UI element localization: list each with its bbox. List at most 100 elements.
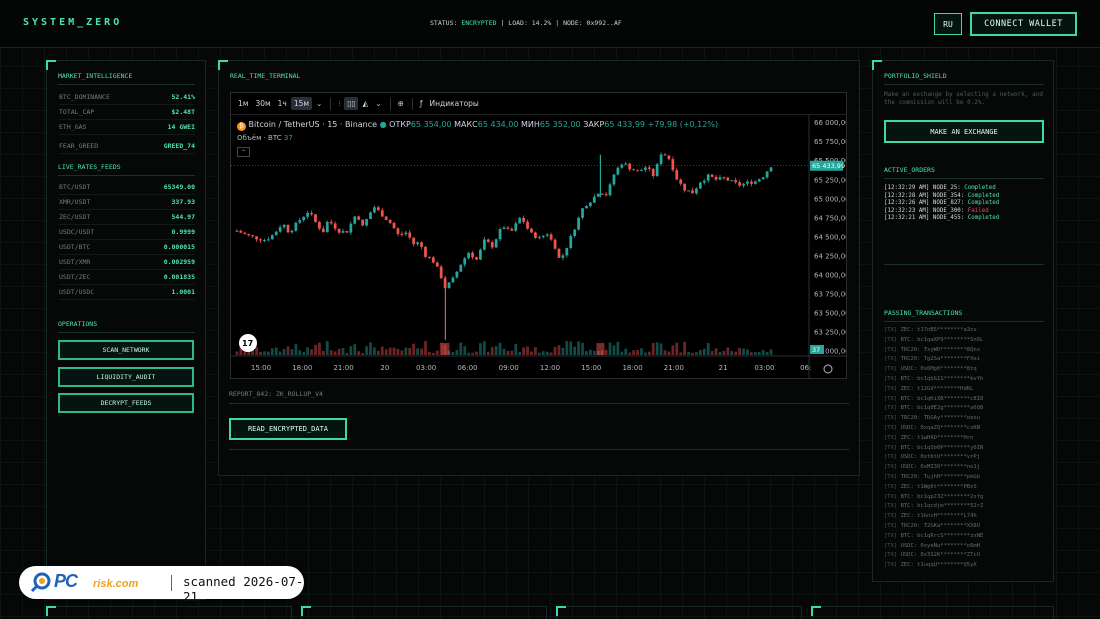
volume-bar — [318, 342, 321, 355]
candle-body — [365, 219, 368, 226]
volume-bar — [463, 346, 467, 355]
candle-body — [730, 180, 734, 182]
scan-network-button[interactable]: SCAN_NETWORK — [58, 340, 194, 360]
volume-bar — [738, 348, 741, 355]
volume-bar — [565, 341, 569, 355]
candle-body — [274, 231, 278, 236]
volume-bar — [298, 350, 302, 355]
volume-bar — [435, 350, 439, 355]
volume-bar — [534, 347, 537, 355]
interval-1h[interactable]: 1ч — [275, 97, 290, 110]
candle-body — [486, 239, 490, 243]
volume-bar — [545, 351, 549, 355]
candle-body — [329, 221, 333, 224]
candle-body — [424, 246, 427, 257]
volume-bar — [691, 352, 694, 355]
volume-bar — [408, 348, 412, 355]
volume-bar — [616, 341, 620, 355]
candle-body — [353, 216, 357, 224]
transaction-text: USDC: 0xqaZQ********cxKN — [900, 425, 981, 431]
interval-1m[interactable]: 1м — [235, 97, 251, 110]
compare-plus-icon[interactable]: ⊕ — [395, 97, 407, 110]
status-line: STATUS: ENCRYPTED | LOAD: 14.2% | NODE: … — [430, 19, 622, 27]
candle-body — [290, 230, 294, 233]
volume-bar — [412, 343, 416, 355]
volume-bar — [321, 350, 325, 355]
chart-settings-icon — [823, 364, 833, 374]
rate-value: 0.002959 — [163, 258, 195, 266]
candle-body — [628, 163, 632, 170]
time-tick-label: 06: — [800, 364, 811, 372]
price-tick-label: 64 250,00 — [814, 252, 846, 260]
chevron-down-icon[interactable]: ⌄ — [372, 97, 384, 110]
chevron-down-icon[interactable]: ⌄ — [313, 97, 325, 110]
candle-body — [702, 180, 706, 183]
liquidity-audit-button[interactable]: LIQUIDITY_AUDIT — [58, 367, 194, 387]
volume-bar — [486, 351, 490, 355]
volume-bar — [714, 348, 718, 355]
volume-bar — [392, 347, 396, 355]
volume-bar — [522, 347, 526, 355]
language-button[interactable]: RU — [934, 13, 962, 35]
trading-chart[interactable]: 1м 30м 1ч 15м ⌄ ⫶ ▯▯ ◭ ⌄ ⊕ ƒ Индикаторы … — [230, 92, 847, 379]
transaction-text: TRC20: Tg2Sa********FXei — [900, 356, 981, 363]
volume-bar — [624, 348, 628, 355]
read-encrypted-data-button[interactable]: READ_ENCRYPTED_DATA — [229, 418, 347, 440]
indicators-icon[interactable]: ƒ — [417, 97, 426, 110]
candles-icon[interactable]: ▯▯ — [344, 97, 359, 110]
candle-body — [667, 155, 671, 160]
rate-row: USDT/BTC 0.000015 — [59, 240, 195, 255]
volume-bar — [765, 351, 769, 355]
volume-bar — [640, 348, 643, 355]
connect-wallet-button[interactable]: CONNECT WALLET — [970, 12, 1077, 36]
order-time: [12:32:26 AM] — [884, 200, 930, 207]
transaction-text: BTC: bc1qKiXB********c8I8 — [900, 395, 984, 402]
candle-body — [561, 255, 565, 258]
volume-bar — [742, 348, 745, 355]
volume-bar — [541, 351, 545, 355]
transaction-item: [TX] USDC: 0xtKtU********vrPj — [884, 454, 981, 461]
volume-bar — [553, 346, 557, 355]
volume-bar — [702, 348, 706, 355]
order-status: Completed — [967, 192, 1000, 199]
decrypt-feeds-button[interactable]: DECRYPT_FEEDS — [58, 393, 194, 413]
time-tick-label: 09:00 — [499, 364, 519, 372]
candle-body — [498, 229, 502, 240]
interval-15m[interactable]: 15м — [290, 97, 313, 110]
rate-row: XMR/USDT 337.93 — [59, 195, 195, 210]
volume-bar — [306, 347, 310, 355]
candle-body — [467, 252, 471, 259]
rate-pair: USDT/XMR — [59, 258, 91, 266]
candle-body — [569, 236, 573, 248]
volume-bar — [577, 341, 580, 355]
rate-pair: USDC/USDT — [59, 228, 95, 236]
transaction-text: ZEC: t1wHAD********Hrn — [900, 434, 974, 441]
volume-bar — [482, 341, 486, 355]
candle-body — [589, 202, 592, 206]
candle-body — [714, 176, 718, 180]
volume-bar — [424, 341, 427, 355]
indicators-button[interactable]: Индикаторы — [427, 97, 482, 110]
volume-bar — [695, 352, 698, 355]
bar-replay-icon[interactable]: ⫶ — [335, 97, 343, 111]
active-orders-title: ACTIVE_ORDERS — [884, 166, 935, 174]
candle-body — [255, 236, 258, 240]
make-exchange-button[interactable]: MAKE AN EXCHANGE — [884, 120, 1044, 143]
price-tick-label: 63 500,00 — [814, 310, 846, 318]
area-chart-icon[interactable]: ◭ — [359, 97, 371, 110]
interval-30m[interactable]: 30м — [252, 97, 273, 110]
candle-body — [278, 227, 282, 232]
volume-bar — [286, 346, 290, 355]
price-tick-label: 65 250,00 — [814, 176, 846, 184]
bottom-panel-2 — [301, 606, 547, 619]
volume-bar — [514, 343, 518, 355]
candle-body — [235, 230, 239, 232]
price-tick-label: 66 000,00 — [814, 119, 846, 127]
transaction-item: [TX] BTC: bc1qKiXB********c8I8 — [884, 395, 984, 402]
candle-body — [506, 227, 510, 229]
volume-bar — [557, 345, 561, 355]
candle-body — [482, 239, 486, 250]
time-tick-label: 03:00 — [754, 364, 774, 372]
transaction-text: BTC: bc1q0E2g********a6Q8 — [900, 405, 984, 412]
candle-body — [514, 223, 518, 231]
